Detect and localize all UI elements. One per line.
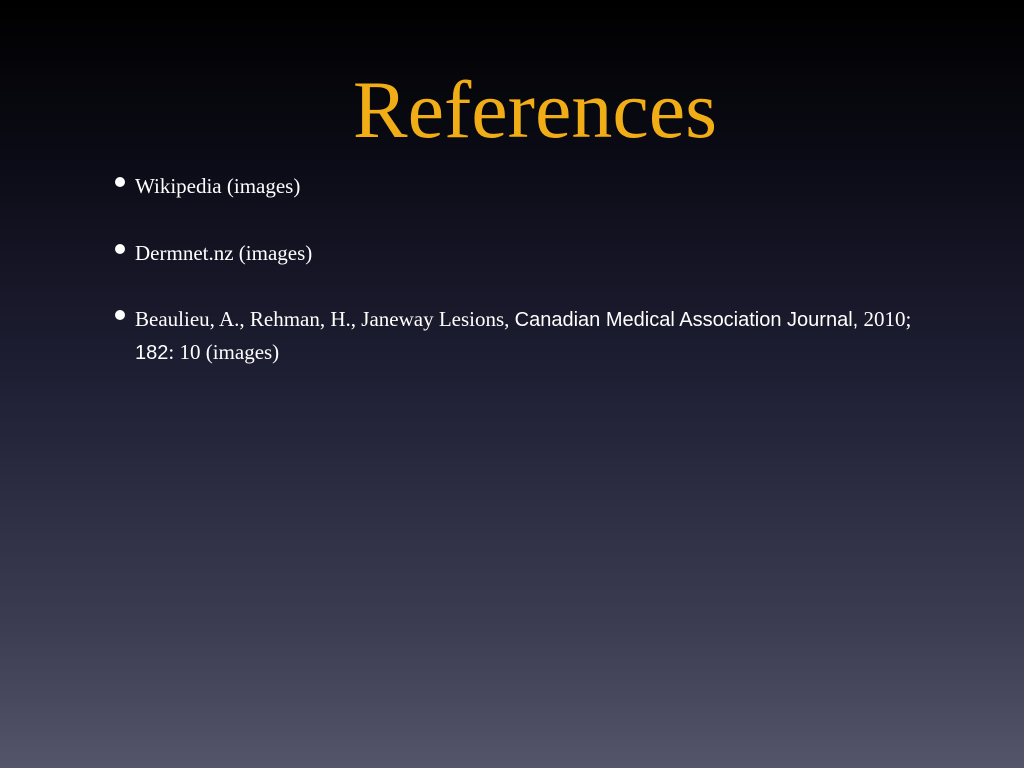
reference-year: 2010; bbox=[863, 307, 912, 331]
reference-authors: Beaulieu, A., Rehman, H., Janeway Lesion… bbox=[135, 307, 510, 331]
bullet-icon bbox=[115, 177, 125, 187]
bullet-icon bbox=[115, 310, 125, 320]
reference-text: Wikipedia (images) bbox=[135, 174, 301, 198]
reference-rest: : 10 (images) bbox=[168, 340, 280, 364]
slide-title: References bbox=[352, 64, 718, 155]
reference-text: Beaulieu, A., Rehman, H., Janeway Lesion… bbox=[135, 303, 915, 369]
bullet-icon bbox=[115, 244, 125, 254]
reference-volume: 182 bbox=[135, 342, 169, 364]
reference-journal: Canadian Medical Association Journal, bbox=[514, 309, 859, 331]
slide: References Wikipedia (images) Dermnet.nz… bbox=[0, 0, 1024, 768]
reference-text: Dermnet.nz (images) bbox=[135, 241, 313, 265]
